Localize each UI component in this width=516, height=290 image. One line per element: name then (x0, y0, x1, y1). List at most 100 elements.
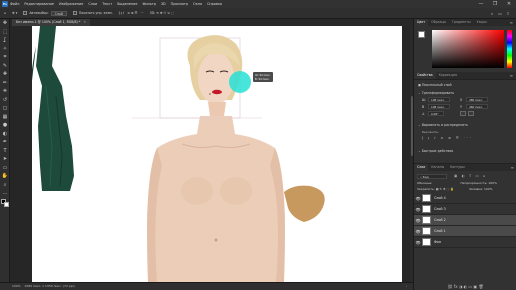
flip-horizontal-icon[interactable] (460, 111, 466, 116)
visibility-eye-icon[interactable]: 👁 (414, 240, 422, 245)
layer-row[interactable]: 👁 Слой 2 (414, 215, 516, 226)
align-buttons[interactable]: ⫿ ⫾ ⫽ ≡ ≣ ☰ ··· (422, 136, 473, 140)
zoom-icon[interactable]: ⌕ (0, 181, 10, 190)
close-window-button[interactable]: ✕ (502, 0, 516, 8)
height-field[interactable]: 108 пикс. (428, 104, 450, 109)
tab-adjustments[interactable]: Коррекция (436, 72, 460, 79)
lasso-icon[interactable]: ʆ (0, 36, 10, 45)
transform-label: ⌄ Трансформировать (418, 91, 455, 95)
angle-field[interactable]: 0,00° (428, 111, 444, 116)
color-swatches[interactable] (0, 198, 10, 210)
type-icon[interactable]: T (0, 147, 10, 156)
align-icons[interactable]: ⫿ ⫾ ⫽ ≡ ≣ ☰ ··· (119, 11, 144, 15)
artboard[interactable]: Ш: 94 пикс. В: 94 пикс. (28, 26, 402, 282)
minimize-button[interactable]: — (474, 0, 488, 8)
marquee-icon[interactable]: ⬚ (0, 28, 10, 37)
layer-filter-icons[interactable]: ▣ ◐ T ▭ ⌂ (454, 174, 487, 178)
search-icon[interactable]: ⌕ (488, 10, 496, 17)
menu-type[interactable]: Текст (102, 2, 112, 6)
move-tool-preset-icon[interactable]: ✥ ▾ (12, 11, 17, 15)
hand-icon[interactable]: ✋ (0, 172, 10, 181)
workspace-icon[interactable]: ▭ (496, 10, 504, 17)
share-icon[interactable]: ⇪ (504, 10, 512, 17)
close-tab-icon[interactable]: ✕ (83, 20, 86, 24)
eraser-icon[interactable]: ◻ (0, 104, 10, 113)
visibility-eye-icon[interactable]: 👁 (414, 196, 422, 201)
maximize-button[interactable]: ❐ (488, 0, 502, 8)
hue-slider[interactable] (507, 30, 512, 68)
panel-foreground-swatch[interactable] (418, 31, 425, 38)
panel-menu-icon[interactable]: ≡ (510, 19, 516, 26)
width-field[interactable]: 108 пикс. (428, 97, 450, 102)
show-transform-checkbox[interactable] (72, 11, 77, 15)
autoselect-option[interactable]: Автовыбор: Слой (23, 10, 67, 16)
x-field[interactable]: 480 пикс. (466, 97, 488, 102)
visibility-eye-icon[interactable]: 👁 (414, 207, 422, 212)
fill-field[interactable]: 100% (484, 187, 493, 191)
tab-properties[interactable]: Свойства (414, 72, 436, 79)
layer-row[interactable]: 👁 Слой 4 (414, 193, 516, 204)
3d-mode-icons[interactable]: 3D: ⟲ ✥ ⤧ ⇲ ⬚ (150, 11, 174, 15)
menu-image[interactable]: Изображение (59, 2, 83, 6)
crop-icon[interactable]: ⌗ (0, 53, 10, 62)
blur-icon[interactable]: ● (0, 121, 10, 130)
tab-paths[interactable]: Контуры (447, 164, 468, 171)
status-arrow-icon[interactable]: › (406, 283, 407, 290)
path-select-icon[interactable]: ➤ (0, 155, 10, 164)
eyedropper-icon[interactable]: ✎ (0, 62, 10, 71)
layers-footer-icons[interactable]: ⛓ fx ◑ ◐ ▭ ▣ 🗑 (447, 284, 483, 289)
canvas-area[interactable]: Ш: 94 пикс. В: 94 пикс. (10, 26, 410, 282)
pen-icon[interactable]: ✒ (0, 138, 10, 147)
menu-filter[interactable]: Фильтр (142, 2, 155, 6)
heal-icon[interactable]: ✚ (0, 70, 10, 79)
menu-layers[interactable]: Слои (88, 2, 97, 6)
layer-row[interactable]: 👁 Слой 3 (414, 204, 516, 215)
menu-edit[interactable]: Редактирование (24, 2, 54, 6)
menu-window[interactable]: Окно (193, 2, 202, 6)
layer-thumbnail (422, 238, 431, 246)
document-tab[interactable]: Без имени-1 @ 100% (Слой 1, RGB/8) * ✕ (12, 19, 91, 26)
menu-view[interactable]: Просмотр (171, 2, 188, 6)
lock-icons[interactable]: ▦ ✎ ✥ ⬚ 🔒 (436, 187, 454, 191)
tab-swatches[interactable]: Образцы (428, 19, 449, 26)
menu-select[interactable]: Выделение (117, 2, 137, 6)
background-color-swatch[interactable] (4, 201, 9, 207)
tab-layers[interactable]: Слои (414, 164, 429, 171)
gradient-icon[interactable]: ▦ (0, 113, 10, 122)
document-tabbar: Без имени-1 @ 100% (Слой 1, RGB/8) * ✕ (10, 19, 413, 26)
layer-row[interactable]: 👁 Фон (414, 237, 516, 248)
layer-filter-select[interactable]: ⌕ Вид (417, 174, 447, 179)
flip-vertical-icon[interactable] (468, 111, 474, 116)
visibility-eye-icon[interactable]: 👁 (414, 218, 422, 223)
history-brush-icon[interactable]: ↺ (0, 96, 10, 105)
tools-panel: ✥ ⬚ ʆ ✧ ⌗ ✎ ✚ ✏ ⎈ ↺ ◻ ▦ ● ◐ ✒ T ➤ ▭ ✋ ⌕… (0, 19, 10, 282)
y-field[interactable]: 460 пикс. (466, 104, 488, 109)
tab-color[interactable]: Цвет (414, 19, 429, 26)
home-icon[interactable]: ⌂ (4, 11, 6, 15)
stamp-icon[interactable]: ⎈ (0, 87, 10, 96)
autoselect-select[interactable]: Слой (50, 10, 67, 16)
status-bar: 100% 1080 пикс. x 1350 пикс. (72 ppi) › (0, 282, 413, 290)
opacity-field[interactable]: 100% (488, 181, 497, 185)
menu-3d[interactable]: 3D (161, 2, 166, 6)
tab-patterns[interactable]: Узоры (474, 19, 490, 26)
layers-menu-icon[interactable]: ≡ (511, 164, 516, 171)
show-transform-option[interactable]: Показать упр. элем. (72, 11, 113, 15)
tab-gradients[interactable]: Градиенты (449, 19, 474, 26)
wand-icon[interactable]: ✧ (0, 45, 10, 54)
blend-mode-select[interactable]: Обычные (417, 181, 432, 185)
more-icon[interactable]: … (0, 189, 10, 198)
shape-icon[interactable]: ▭ (0, 164, 10, 173)
properties-menu-icon[interactable]: ≡ (510, 72, 516, 79)
autoselect-checkbox[interactable] (23, 11, 28, 15)
move-icon[interactable]: ✥ (0, 19, 10, 28)
menu-help[interactable]: Справка (207, 2, 222, 6)
zoom-level[interactable]: 100% (12, 284, 21, 288)
brush-icon[interactable]: ✏ (0, 79, 10, 88)
dodge-icon[interactable]: ◐ (0, 130, 10, 139)
color-picker-field[interactable] (432, 30, 504, 68)
layer-row[interactable]: 👁 Слой 1 (414, 226, 516, 237)
visibility-eye-icon[interactable]: 👁 (414, 229, 422, 234)
menu-file[interactable]: Файл (10, 2, 19, 6)
tab-channels[interactable]: Каналы (428, 164, 447, 171)
